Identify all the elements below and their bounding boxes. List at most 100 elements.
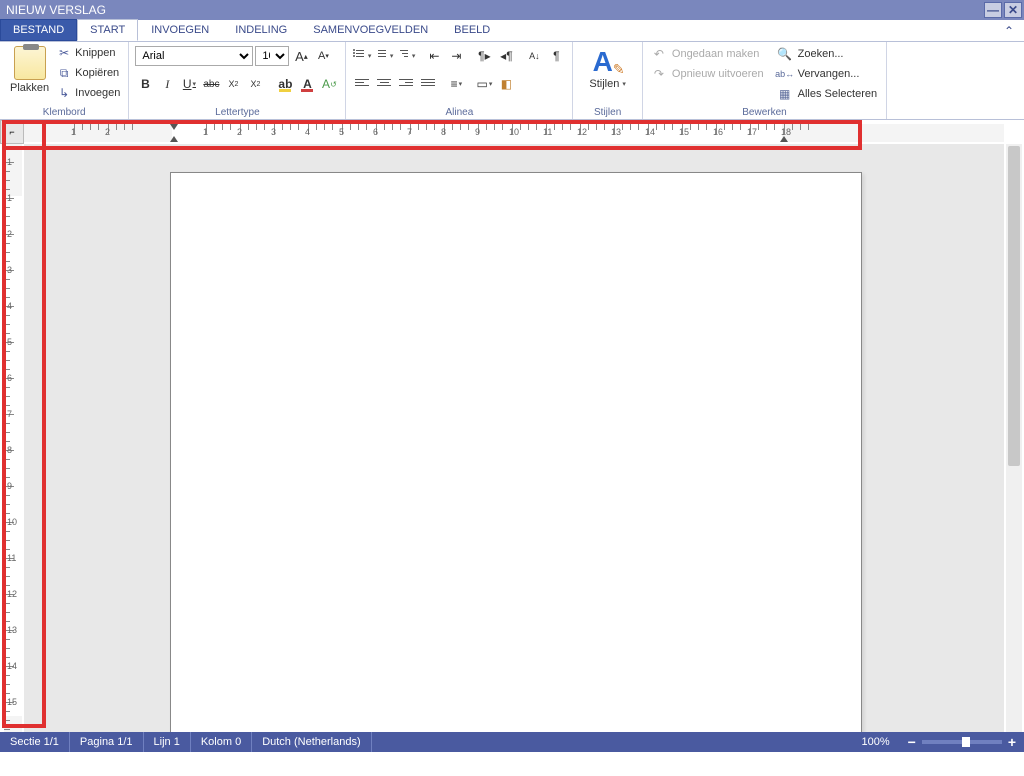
status-language[interactable]: Dutch (Netherlands) — [252, 732, 371, 752]
vertical-scrollbar[interactable] — [1006, 144, 1022, 732]
select-all-icon: ▦ — [778, 87, 792, 101]
find-button[interactable]: 🔍 Zoeken... — [775, 44, 881, 63]
replace-label: Vervangen... — [798, 68, 860, 80]
status-zoom-level[interactable]: 100% — [851, 732, 899, 752]
ribbon: Plakken ✂Knippen ⧉ Kopiëren ↳ Invoegen Kle… — [0, 42, 1024, 120]
ribbon-group-clipboard: Plakken ✂Knippen ⧉ Kopiëren ↳ Invoegen Kle… — [0, 42, 129, 119]
sort-button[interactable]: A↓ — [524, 46, 544, 66]
multilevel-list-button[interactable]: ▾ — [396, 46, 416, 66]
replace-icon: ab↔ — [778, 67, 792, 81]
insert-button[interactable]: ↳ Invoegen — [55, 84, 122, 102]
document-work-area: ⌐ 12123456789101112131415161718 11234567… — [0, 120, 1024, 732]
increase-indent-button[interactable]: ⇥ — [446, 46, 466, 66]
status-line[interactable]: Lijn 1 — [144, 732, 191, 752]
paste-label: Plakken — [10, 82, 49, 94]
statusbar: Sectie 1/1 Pagina 1/1 Lijn 1 Kolom 0 Dut… — [0, 732, 1024, 752]
zoom-slider[interactable] — [922, 740, 1002, 744]
insert-label: Invoegen — [75, 87, 120, 99]
bold-button[interactable]: B — [135, 74, 155, 94]
search-icon: 🔍 — [778, 47, 792, 61]
clipboard-group-label: Klembord — [6, 106, 122, 119]
styles-label: Stijlen — [589, 78, 619, 90]
redo-icon: ↷ — [652, 67, 666, 81]
underline-button[interactable]: U▾ — [179, 74, 199, 94]
zoom-out-button[interactable]: − — [908, 734, 916, 750]
window-title: NIEUW VERSLAG — [2, 3, 984, 17]
undo-icon: ↶ — [652, 47, 666, 61]
bullet-list-button[interactable]: ▾ — [352, 46, 372, 66]
copy-icon: ⧉ — [57, 66, 71, 80]
styles-button[interactable]: A✎ Stijlen▾ — [579, 44, 635, 106]
clear-formatting-button[interactable]: A↺ — [319, 74, 339, 94]
ruler-corner[interactable]: ⌐ — [0, 120, 24, 144]
font-color-button[interactable]: A — [297, 74, 317, 94]
rtl-button[interactable]: ◂¶ — [496, 46, 516, 66]
titlebar: NIEUW VERSLAG — ✕ — [0, 0, 1024, 20]
find-label: Zoeken... — [798, 48, 844, 60]
status-section[interactable]: Sectie 1/1 — [0, 732, 70, 752]
superscript-button[interactable]: X2 — [245, 74, 265, 94]
vertical-ruler[interactable]: 1123456789101112131415 — [4, 144, 22, 732]
styles-group-label: Stijlen — [579, 106, 635, 119]
ribbon-group-edit: ↶ Ongedaan maken ↷ Opnieuw uitvoeren 🔍 Zoek… — [643, 42, 887, 119]
select-all-button[interactable]: ▦ Alles Selecteren — [775, 84, 881, 103]
close-button[interactable]: ✕ — [1004, 2, 1022, 18]
ribbon-tabs: BESTAND START INVOEGEN INDELING SAMENVOE… — [0, 20, 1024, 42]
edit-group-label: Bewerken — [649, 106, 880, 119]
undo-button[interactable]: ↶ Ongedaan maken — [649, 44, 767, 63]
select-all-label: Alles Selecteren — [798, 88, 878, 100]
ltr-button[interactable]: ¶▸ — [474, 46, 494, 66]
status-page[interactable]: Pagina 1/1 — [70, 732, 144, 752]
tab-start[interactable]: START — [77, 19, 138, 41]
redo-label: Opnieuw uitvoeren — [672, 68, 764, 80]
paste-icon — [14, 46, 46, 80]
document-viewport[interactable] — [24, 144, 1004, 732]
strikethrough-button[interactable]: abc — [201, 74, 221, 94]
highlight-color-button[interactable]: ab — [275, 74, 295, 94]
styles-icon: A✎ — [593, 46, 623, 78]
ribbon-group-paragraph: ▾ ▾ ▾ ⇤ ⇥ ¶▸ ◂¶ A↓ ¶ ≡▾ ▭ — [346, 42, 573, 119]
tab-file[interactable]: BESTAND — [0, 19, 77, 41]
font-size-select[interactable]: 10 — [255, 46, 289, 66]
borders-button[interactable]: ▭▾ — [474, 74, 494, 94]
align-justify-button[interactable] — [418, 74, 438, 94]
decrease-indent-button[interactable]: ⇤ — [424, 46, 444, 66]
undo-label: Ongedaan maken — [672, 48, 759, 60]
shrink-font-button[interactable]: A▾ — [313, 46, 333, 66]
paragraph-group-label: Alinea — [352, 106, 566, 119]
tab-insert[interactable]: INVOEGEN — [138, 19, 222, 41]
show-marks-button[interactable]: ¶ — [546, 46, 566, 66]
tab-view[interactable]: BEELD — [441, 19, 503, 41]
align-center-button[interactable] — [374, 74, 394, 94]
redo-button[interactable]: ↷ Opnieuw uitvoeren — [649, 64, 767, 83]
horizontal-ruler[interactable]: 12123456789101112131415161718 — [24, 124, 1004, 142]
scrollbar-thumb[interactable] — [1008, 146, 1020, 466]
numbered-list-button[interactable]: ▾ — [374, 46, 394, 66]
minimize-button[interactable]: — — [984, 2, 1002, 18]
replace-button[interactable]: ab↔ Vervangen... — [775, 64, 881, 83]
tab-mergefields[interactable]: SAMENVOEGVELDEN — [300, 19, 441, 41]
zoom-control: − + — [900, 734, 1024, 750]
scissors-icon: ✂ — [57, 46, 71, 60]
copy-button[interactable]: ⧉ Kopiëren — [55, 64, 122, 82]
font-group-label: Lettertype — [135, 106, 339, 119]
line-spacing-button[interactable]: ≡▾ — [446, 74, 466, 94]
italic-button[interactable]: I — [157, 74, 177, 94]
subscript-button[interactable]: X2 — [223, 74, 243, 94]
status-column[interactable]: Kolom 0 — [191, 732, 252, 752]
align-left-button[interactable] — [352, 74, 372, 94]
insert-icon: ↳ — [57, 86, 71, 100]
zoom-in-button[interactable]: + — [1008, 734, 1016, 750]
zoom-slider-thumb[interactable] — [962, 737, 970, 747]
collapse-ribbon-icon[interactable]: ⌃ — [1004, 24, 1014, 38]
font-name-select[interactable]: Arial — [135, 46, 253, 66]
ribbon-group-font: Arial 10 A▴ A▾ B I U▾ abc X2 X2 ab A A↺ … — [129, 42, 346, 119]
align-right-button[interactable] — [396, 74, 416, 94]
cut-button[interactable]: ✂Knippen — [55, 44, 122, 62]
document-page[interactable] — [170, 172, 862, 732]
grow-font-button[interactable]: A▴ — [291, 46, 311, 66]
copy-label: Kopiëren — [75, 67, 119, 79]
paste-button[interactable]: Plakken — [6, 44, 53, 106]
tab-layout[interactable]: INDELING — [222, 19, 300, 41]
shading-button[interactable]: ◧ — [496, 74, 516, 94]
